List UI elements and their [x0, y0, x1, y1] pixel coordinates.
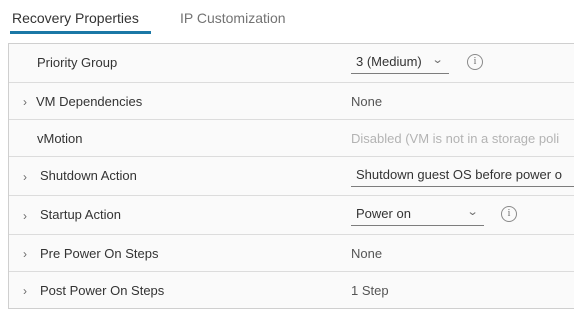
priority-group-label: Priority Group — [37, 55, 118, 70]
chevron-right-icon[interactable]: › — [23, 247, 27, 261]
chevron-down-icon: ⌄ — [466, 206, 479, 218]
priority-group-select[interactable]: 3 (Medium) ⌄ — [351, 51, 449, 74]
chevron-right-icon[interactable]: › — [23, 170, 27, 184]
post-power-on-steps-label: Post Power On Steps — [40, 283, 165, 298]
pre-power-on-steps-value: None — [351, 246, 383, 261]
startup-action-value: Power on — [356, 206, 411, 221]
row-shutdown-action: › Shutdown Action Shutdown guest OS befo… — [9, 157, 574, 196]
row-vm-dependencies: › VM Dependencies None — [9, 83, 574, 120]
row-priority-group: Priority Group 3 (Medium) ⌄ i — [9, 44, 574, 83]
tab-bar: Recovery Properties IP Customization — [0, 0, 574, 36]
tab-recovery-properties[interactable]: Recovery Properties — [12, 9, 139, 27]
chevron-right-icon[interactable]: › — [23, 209, 27, 223]
pre-power-on-steps-label: Pre Power On Steps — [40, 246, 159, 261]
vmotion-label: vMotion — [37, 131, 83, 146]
row-pre-power-on-steps: › Pre Power On Steps None — [9, 235, 574, 272]
shutdown-action-label: Shutdown Action — [40, 168, 137, 183]
vm-dependencies-value: None — [351, 94, 383, 109]
row-vmotion: vMotion Disabled (VM is not in a storage… — [9, 120, 574, 157]
chevron-down-icon: ⌄ — [431, 54, 444, 66]
post-power-on-steps-value: 1 Step — [351, 283, 389, 298]
vmotion-value: Disabled (VM is not in a storage poli — [351, 131, 560, 146]
startup-action-select[interactable]: Power on ⌄ — [351, 203, 484, 226]
row-post-power-on-steps: › Post Power On Steps 1 Step — [9, 272, 574, 308]
tab-ip-customization[interactable]: IP Customization — [180, 9, 286, 27]
row-startup-action: › Startup Action Power on ⌄ i — [9, 196, 574, 235]
info-icon[interactable]: i — [467, 54, 483, 70]
chevron-right-icon[interactable]: › — [23, 95, 27, 109]
info-icon[interactable]: i — [501, 206, 517, 222]
vm-dependencies-label: VM Dependencies — [36, 94, 143, 109]
recovery-properties-panel: Priority Group 3 (Medium) ⌄ i › VM Depen… — [8, 43, 574, 309]
active-tab-indicator — [10, 31, 151, 34]
startup-action-label: Startup Action — [40, 207, 121, 222]
shutdown-action-select[interactable]: Shutdown guest OS before power o — [351, 164, 574, 187]
priority-group-value: 3 (Medium) — [356, 54, 422, 69]
shutdown-action-value: Shutdown guest OS before power o — [356, 167, 562, 182]
chevron-right-icon[interactable]: › — [23, 284, 27, 298]
